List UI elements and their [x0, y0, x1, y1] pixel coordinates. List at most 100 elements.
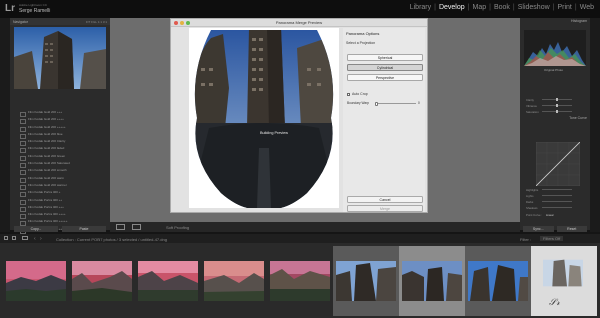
preset-item[interactable]: Film Kodak Gold 200 +++ [14, 110, 106, 118]
shadows-track[interactable] [542, 207, 572, 208]
preset-item[interactable]: Film Kodak Portra 400 ++ [14, 198, 106, 205]
point-curve-row[interactable]: Point Curve : Linear [526, 213, 584, 217]
preset-item[interactable]: Film Kodak Gold 200 Green [14, 154, 106, 162]
vibrance-slider-row[interactable]: Vibrance [526, 104, 584, 108]
panorama-options-panel: Panorama Options Select a Projection Sph… [343, 28, 425, 212]
preset-item[interactable]: Film Kodak Gold 200 smooth [14, 168, 106, 176]
preset-item[interactable]: Film Kodak Gold 200 warm [14, 176, 106, 183]
shadows-slider-row[interactable]: Shadows [526, 206, 584, 210]
module-library[interactable]: Library [410, 4, 431, 11]
before-after-icon[interactable] [132, 224, 141, 230]
preset-item[interactable]: Film Kodak Gold 200 Saturated [14, 161, 106, 169]
merge-button[interactable]: Merge [347, 205, 423, 212]
loupe-view-icon[interactable] [116, 224, 125, 230]
filter-dropdown[interactable]: Filters Off [540, 235, 564, 241]
clarity-handle[interactable] [556, 98, 558, 101]
signature-watermark: 𝒮𝓇 [549, 298, 560, 308]
thumbnail-image [336, 261, 396, 301]
right-panel-edge[interactable] [590, 18, 600, 232]
module-print[interactable]: Print [557, 4, 571, 11]
filmstrip-count: 17 photos / 3 selected / untitled-47.dng [98, 236, 167, 242]
boundary-warp-label: Boundary Warp [347, 101, 370, 105]
auto-crop-label: Auto Crop [352, 92, 368, 96]
grid-view-icon[interactable] [22, 236, 28, 240]
reset-button[interactable]: Reset [556, 226, 587, 232]
cylindrical-projection-button[interactable]: Cylindrical [347, 64, 423, 71]
thumbnail-image [270, 261, 330, 301]
right-panel-footer: Sync... Reset [520, 226, 590, 232]
filmstrip-thumbnail-selected[interactable] [399, 246, 465, 316]
filmstrip-thumbnail-selected[interactable] [333, 246, 399, 316]
module-separator: | [467, 4, 470, 11]
sync-button[interactable]: Sync... [523, 226, 554, 232]
copy-button[interactable]: Copy... [14, 226, 58, 232]
filmstrip-thumbnail[interactable] [267, 246, 333, 316]
module-separator: | [552, 4, 555, 11]
close-window-icon[interactable] [174, 21, 178, 25]
auto-crop-checkbox[interactable]: Auto Crop [347, 92, 368, 96]
filmstrip-thumbnail[interactable] [3, 246, 69, 316]
preset-item[interactable]: Film Kodak Gold 200 blue [14, 132, 106, 140]
module-develop[interactable]: Develop [439, 4, 465, 11]
filmstrip-source[interactable]: Collection : Current POP [56, 237, 100, 242]
cancel-button[interactable]: Cancel [347, 196, 423, 203]
perspective-projection-button[interactable]: Perspective [347, 74, 423, 81]
highlights-track[interactable] [542, 189, 572, 190]
preset-item[interactable]: Film Kodak Gold 200 +++++ [14, 125, 106, 132]
lights-slider-row[interactable]: Lights [526, 194, 584, 198]
navigator-zoom-options[interactable]: FIT FILL 1:1 3:1 [86, 20, 107, 24]
module-map[interactable]: Map [472, 4, 486, 11]
boundary-warp-value[interactable]: 0 [418, 101, 420, 105]
saturation-handle[interactable] [556, 110, 558, 113]
module-separator: | [512, 4, 515, 11]
main-window-icon[interactable] [4, 236, 8, 240]
next-arrow-icon[interactable]: › [40, 236, 42, 242]
module-web[interactable]: Web [580, 4, 594, 11]
paste-button[interactable]: Paste [62, 226, 106, 232]
preset-item[interactable]: Film Kodak Gold 200 Clarity [14, 139, 106, 147]
soft-proofing-toggle[interactable]: Soft Proofing [166, 225, 189, 230]
filmstrip-thumbnail-selected[interactable] [465, 246, 531, 316]
darks-slider-row[interactable]: Darks [526, 200, 584, 204]
auto-crop-box[interactable] [347, 92, 350, 96]
darks-label: Darks [526, 200, 534, 204]
zoom-window-icon[interactable] [186, 21, 190, 25]
module-book[interactable]: Book [494, 4, 510, 11]
point-curve-value[interactable]: Linear [546, 213, 554, 217]
minimize-window-icon[interactable] [180, 21, 184, 25]
tone-curve-graph[interactable] [536, 142, 580, 186]
left-panel-footer: Copy... Paste [10, 226, 110, 232]
lightroom-logo: Lr [5, 3, 15, 14]
preset-item[interactable]: Film Kodak Gold 200 warmer [14, 183, 106, 191]
navigator-preview-image[interactable] [14, 27, 106, 89]
clarity-label: Clarity [526, 98, 534, 102]
vibrance-handle[interactable] [556, 104, 558, 107]
second-window-icon[interactable] [12, 236, 16, 240]
histogram-header[interactable]: Histogram [520, 19, 590, 25]
preset-item[interactable]: Film Kodak Portra 400 +++ [14, 205, 106, 213]
darks-track[interactable] [542, 201, 572, 202]
thumbnail-image [204, 261, 264, 301]
preset-item[interactable]: Film Kodak Portra 400 ++++ [14, 212, 106, 220]
filmstrip-thumbnail[interactable] [135, 246, 201, 316]
saturation-slider-row[interactable]: Saturation [526, 110, 584, 114]
filmstrip-thumbnail[interactable]: 𝒮𝓇 [531, 246, 597, 316]
right-panel: Histogram Original Photo Clarity Vibranc… [520, 18, 590, 230]
preset-item[interactable]: Film Kodak Portra 400 + [14, 190, 106, 198]
left-panel-edge[interactable] [0, 18, 10, 232]
tone-curve-header[interactable]: Tone Curve [520, 116, 590, 122]
lights-track[interactable] [542, 195, 572, 196]
thumbnail-image [468, 261, 528, 301]
clarity-slider-row[interactable]: Clarity [526, 98, 584, 102]
highlights-slider-row[interactable]: Highlights [526, 188, 584, 192]
boundary-warp-slider-handle[interactable] [375, 101, 378, 106]
boundary-warp-slider[interactable] [376, 103, 416, 104]
module-slideshow[interactable]: Slideshow [518, 4, 550, 11]
preset-item[interactable]: Film Kodak Gold 200 faded [14, 146, 106, 154]
filmstrip-thumbnail[interactable] [201, 246, 267, 316]
filmstrip-thumbnail[interactable] [69, 246, 135, 316]
previous-arrow-icon[interactable]: ‹ [34, 236, 36, 242]
preset-item[interactable]: Film Kodak Gold 200 ++++ [14, 117, 106, 125]
navigator-header[interactable]: Navigator FIT FILL 1:1 3:1 [10, 18, 110, 25]
spherical-projection-button[interactable]: Spherical [347, 54, 423, 61]
